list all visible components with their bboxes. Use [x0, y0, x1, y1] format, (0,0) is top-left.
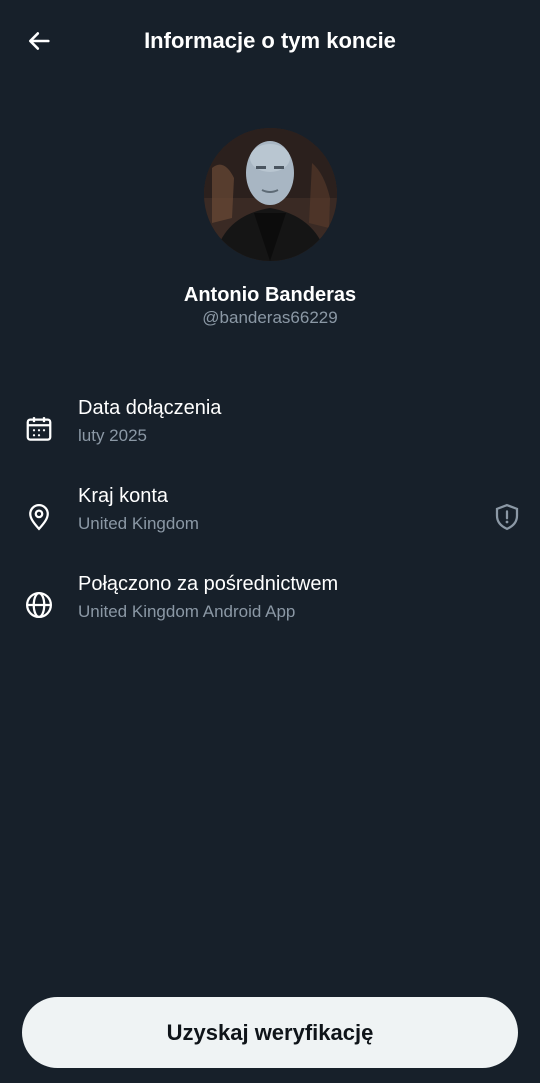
detail-value: United Kingdom [78, 514, 199, 533]
page-title: Informacje o tym koncie [144, 28, 396, 53]
get-verified-button[interactable]: Uzyskaj weryfikację [22, 997, 518, 1068]
calendar-icon [22, 412, 56, 446]
location-pin-icon [22, 500, 56, 534]
detail-value: luty 2025 [78, 426, 147, 445]
detail-label: Połączono za pośrednictwem [78, 573, 339, 595]
detail-row-connected-via: Połączono za pośrednictwem United Kingdo… [0, 564, 540, 644]
profile-handle: @banderas66229 [202, 308, 338, 327]
detail-label: Kraj konta [78, 485, 169, 507]
detail-value: United Kingdom Android App [78, 602, 296, 621]
detail-row-join-date: Data dołączenia luty 2025 [0, 388, 540, 468]
detail-row-account-country: Kraj konta United Kingdom [0, 476, 540, 556]
globe-icon [22, 588, 56, 622]
top-bar: Informacje o tym koncie [0, 0, 540, 82]
detail-label: Data dołączenia [78, 397, 222, 419]
shield-alert-icon[interactable] [490, 500, 524, 534]
avatar [204, 128, 337, 261]
profile-name: Antonio Banderas [183, 284, 357, 306]
